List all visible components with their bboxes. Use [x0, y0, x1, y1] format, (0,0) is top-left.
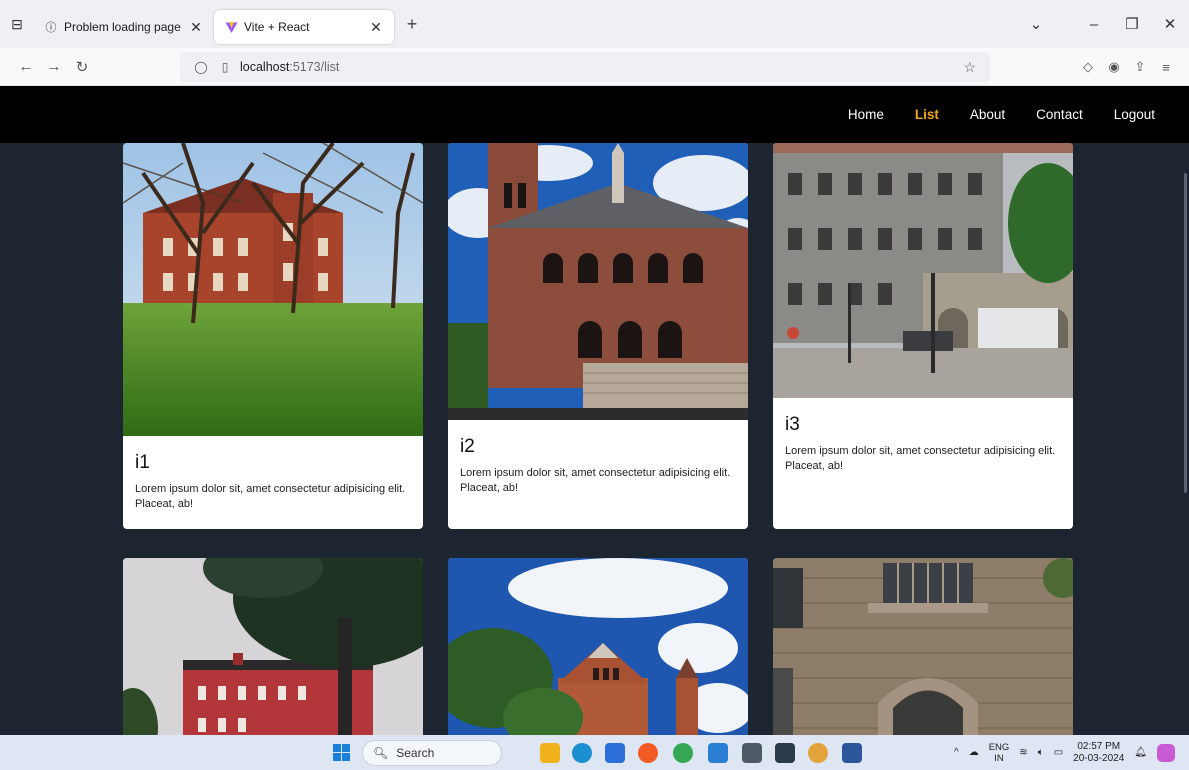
- forward-icon[interactable]: →: [40, 58, 68, 75]
- url-path: :5173/list: [289, 60, 340, 74]
- url-bar[interactable]: ◯ ▯ localhost :5173/list ☆: [180, 52, 990, 82]
- toolbar-icons: ◇ ◉ ⇪ ≡: [1075, 48, 1179, 86]
- system-tray: ^ ☁ ENG IN ≋ 🔈︎ ▭ 02:57 PM 20-03-2024 🔔︎: [949, 735, 1189, 770]
- card-image: [773, 558, 1073, 735]
- lang-code: ENG: [988, 741, 1010, 753]
- page-icon: ▯: [221, 60, 229, 74]
- battery-icon[interactable]: ▭: [1054, 747, 1063, 758]
- chevron-down-icon[interactable]: ⌄: [1017, 15, 1055, 33]
- card-image: [123, 558, 423, 735]
- close-tab-icon[interactable]: ✕: [188, 19, 204, 36]
- card-text: Lorem ipsum dolor sit, amet consectetur …: [135, 483, 406, 510]
- start-icon[interactable]: [333, 744, 350, 761]
- onedrive-icon[interactable]: ☁: [969, 747, 979, 758]
- bookmark-star-icon[interactable]: ☆: [963, 59, 976, 76]
- nav-logout[interactable]: Logout: [1114, 107, 1155, 122]
- date: 20-03-2024: [1073, 752, 1125, 764]
- card-title: i1: [135, 452, 150, 473]
- chrome-profile-icon[interactable]: [673, 743, 693, 763]
- close-tab-icon[interactable]: ✕: [368, 19, 384, 36]
- taskbar-search[interactable]: 🔍︎ Search: [362, 740, 502, 766]
- card-title: i2: [460, 436, 475, 457]
- card-title: i3: [785, 414, 800, 435]
- card-i1[interactable]: i1 Lorem ipsum dolor sit, amet consectet…: [123, 143, 423, 529]
- copilot-icon[interactable]: [1157, 743, 1175, 762]
- card-item-4[interactable]: [123, 558, 423, 735]
- firefox-icon[interactable]: [638, 743, 658, 763]
- extensions-icon[interactable]: ⇪: [1127, 59, 1153, 75]
- minimize-icon[interactable]: –: [1075, 16, 1113, 33]
- card-i3[interactable]: i3 Lorem ipsum dolor sit, amet consectet…: [773, 143, 1073, 529]
- chevron-up-icon[interactable]: ^: [954, 747, 959, 758]
- card-i2[interactable]: i2 Lorem ipsum dolor sit, amet consectet…: [448, 143, 748, 529]
- card-image: [773, 143, 1073, 398]
- tab-title: Vite + React: [244, 20, 310, 34]
- word-icon[interactable]: [842, 743, 862, 763]
- close-window-icon[interactable]: ✕: [1151, 15, 1189, 33]
- chrome-icon[interactable]: [808, 743, 828, 763]
- scrollbar[interactable]: [1184, 173, 1187, 493]
- browser-nav-bar: ← → ↻ ◯ ▯ localhost :5173/list ☆ ◇ ◉ ⇪ ≡: [0, 48, 1189, 86]
- volume-icon[interactable]: 🔈︎: [1038, 747, 1044, 758]
- notification-bell-icon[interactable]: 🔔︎: [1134, 747, 1147, 758]
- menu-icon[interactable]: ≡: [1153, 60, 1179, 75]
- card-item-5[interactable]: [448, 558, 748, 735]
- nav-contact[interactable]: Contact: [1036, 107, 1083, 122]
- shield-icon: ◯: [194, 60, 208, 74]
- card-image: [448, 143, 748, 420]
- language-indicator[interactable]: ENG IN: [989, 742, 1010, 764]
- card-item-6[interactable]: [773, 558, 1073, 735]
- vscode-icon[interactable]: [708, 743, 728, 763]
- store-icon[interactable]: [605, 743, 625, 763]
- card-image: [123, 143, 423, 436]
- time: 02:57 PM: [1077, 740, 1121, 752]
- tab-list-icon[interactable]: ⊟: [0, 0, 34, 48]
- pocket-icon[interactable]: ◇: [1075, 59, 1101, 75]
- notepad-icon[interactable]: [742, 743, 762, 763]
- edge-icon[interactable]: [572, 743, 592, 763]
- info-icon: ⓘ: [45, 22, 57, 34]
- new-tab-button[interactable]: +: [398, 14, 426, 35]
- url-host: localhost: [240, 60, 290, 74]
- browser-tab-strip: ⊟ ⓘ Problem loading page ✕ Vite + React …: [0, 0, 1189, 48]
- card-text: Lorem ipsum dolor sit, amet consectetur …: [460, 467, 731, 494]
- back-icon[interactable]: ←: [12, 58, 40, 75]
- account-icon[interactable]: ◉: [1101, 59, 1127, 75]
- search-placeholder: Search: [396, 746, 435, 760]
- card-text: Lorem ipsum dolor sit, amet consectetur …: [785, 445, 1056, 472]
- clock[interactable]: 02:57 PM 20-03-2024: [1073, 741, 1124, 765]
- tab-title: Problem loading page: [64, 20, 181, 34]
- reload-icon[interactable]: ↻: [68, 58, 96, 76]
- wifi-icon[interactable]: ≋: [1019, 747, 1027, 758]
- tab-problem-loading[interactable]: ⓘ Problem loading page ✕: [34, 10, 214, 44]
- nav-list[interactable]: List: [915, 107, 939, 122]
- vite-logo-icon: [224, 20, 238, 34]
- windows-taskbar: 🔍︎ Search ^ ☁ ENG IN ≋ 🔈︎ ▭ 02:57 PM 20-…: [0, 735, 1189, 770]
- search-icon: 🔍︎: [373, 746, 389, 760]
- file-explorer-icon[interactable]: [540, 743, 560, 763]
- tab-vite-react[interactable]: Vite + React ✕: [214, 10, 394, 44]
- card-image: [448, 558, 748, 735]
- card-list: i1 Lorem ipsum dolor sit, amet consectet…: [0, 143, 1189, 735]
- window-controls: ⌄ – ❐ ✕: [1017, 0, 1189, 48]
- lang-region: IN: [994, 752, 1004, 764]
- nav-about[interactable]: About: [970, 107, 1005, 122]
- restore-icon[interactable]: ❐: [1113, 15, 1151, 33]
- nav-home[interactable]: Home: [848, 107, 884, 122]
- terminal-icon[interactable]: [775, 743, 795, 763]
- site-header: Home List About Contact Logout: [0, 86, 1189, 143]
